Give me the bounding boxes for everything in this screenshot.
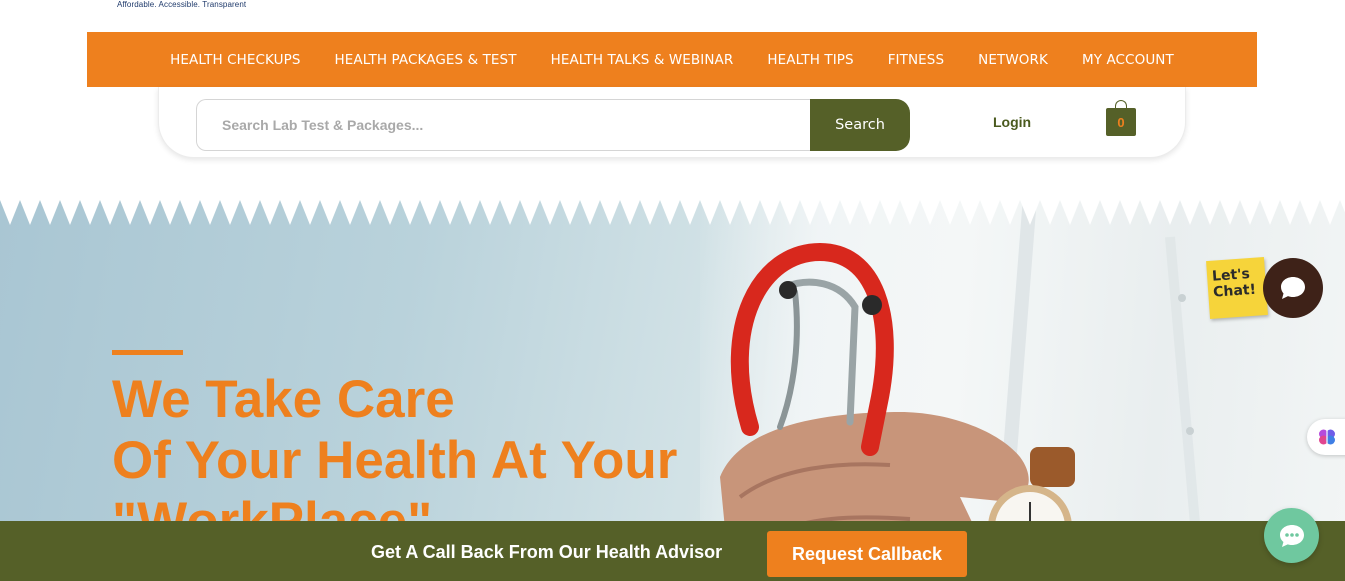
lets-chat-note[interactable]: Let's Chat! — [1206, 257, 1268, 319]
nav-item-fitness[interactable]: FITNESS — [888, 52, 944, 68]
callback-bar: Get A Call Back From Our Health Advisor … — [0, 521, 1345, 581]
main-nav: HEALTH CHECKUPS HEALTH PACKAGES & TEST H… — [87, 32, 1257, 87]
logo-strip: Affordable. Accessible. Transparent — [0, 0, 1345, 32]
login-link[interactable]: Login — [993, 114, 1031, 130]
chat-launcher-button[interactable] — [1263, 258, 1323, 318]
chat-note-line-2: Chat! — [1212, 281, 1257, 301]
brain-icon — [1319, 429, 1335, 445]
accessibility-widget[interactable] — [1307, 419, 1345, 455]
search-input[interactable] — [196, 99, 811, 151]
cart-count: 0 — [1106, 108, 1136, 136]
nav-item-health-tips[interactable]: HEALTH TIPS — [767, 52, 853, 68]
page: Affordable. Accessible. Transparent HEAL… — [0, 0, 1345, 581]
nav-item-health-talks[interactable]: HEALTH TALKS & WEBINAR — [551, 52, 734, 68]
nav-item-health-checkups[interactable]: HEALTH CHECKUPS — [170, 52, 300, 68]
request-callback-button[interactable]: Request Callback — [767, 531, 967, 577]
hero-title-line-1: We Take Care — [112, 370, 455, 429]
chat-bubble-icon — [1281, 277, 1305, 299]
message-button[interactable] — [1264, 508, 1319, 563]
cart-button[interactable]: 0 — [1106, 100, 1136, 138]
search-bar: Search Login 0 — [158, 87, 1186, 158]
nav-item-my-account[interactable]: MY ACCOUNT — [1082, 52, 1174, 68]
hero-title-line-2: Of Your Health At Your — [112, 431, 678, 490]
callback-text: Get A Call Back From Our Health Advisor — [371, 542, 723, 562]
message-icon — [1279, 524, 1304, 547]
nav-item-network[interactable]: NETWORK — [978, 52, 1048, 68]
nav-item-health-packages[interactable]: HEALTH PACKAGES & TEST — [335, 52, 517, 68]
hero-accent-line — [112, 350, 183, 355]
hero-zigzag-edge — [0, 197, 1345, 225]
search-button[interactable]: Search — [810, 99, 910, 151]
logo-tagline: Affordable. Accessible. Transparent — [117, 0, 247, 9]
